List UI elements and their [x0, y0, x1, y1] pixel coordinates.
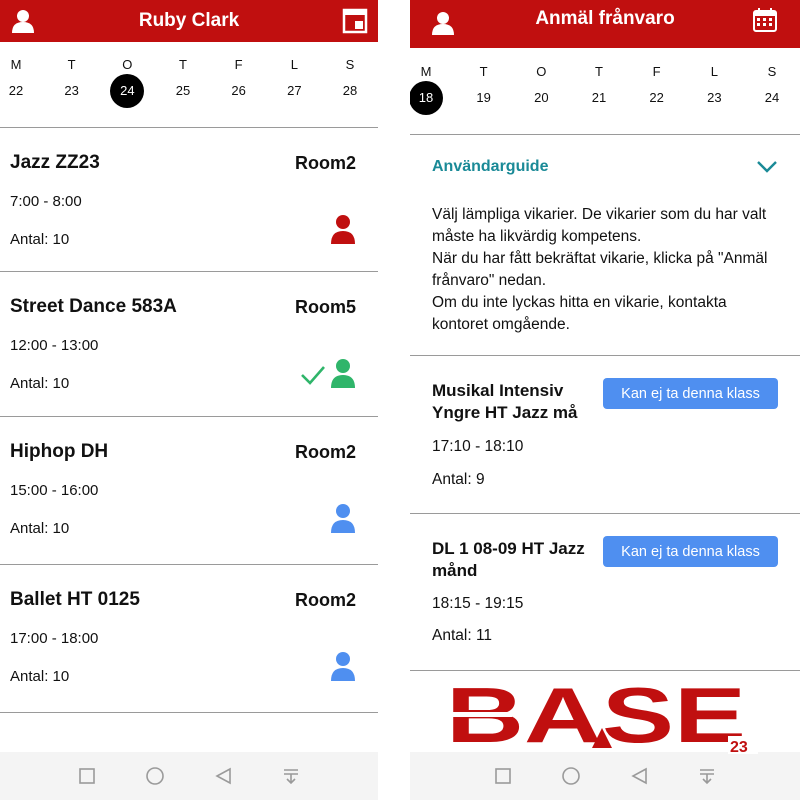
- selected-date[interactable]: 18: [410, 81, 443, 115]
- date-item[interactable]: 25: [176, 83, 190, 98]
- class-time: 12:00 - 13:00: [10, 337, 99, 354]
- weekday-label: M: [10, 57, 22, 72]
- class-name: Hiphop DH: [10, 441, 109, 462]
- class-time: 17:10 - 18:10: [432, 438, 524, 455]
- square-icon[interactable]: [492, 765, 514, 787]
- page-title: Ruby Clark: [138, 10, 240, 31]
- app-header: Anmäl frånvaro: [410, 0, 800, 48]
- date-item[interactable]: 22: [649, 90, 663, 105]
- user-guide-title[interactable]: Användarguide: [432, 158, 548, 176]
- class-card[interactable]: Street Dance 583A Room5 12:00 - 13:00 Antal…: [0, 272, 378, 417]
- weekday-label: T: [67, 57, 76, 72]
- date-item[interactable]: 22: [9, 83, 23, 98]
- weekday-label: O: [536, 64, 547, 79]
- guide-line: När du har fått bekräftat vikarie, klick…: [432, 250, 768, 289]
- date-item[interactable]: 26: [231, 83, 245, 98]
- class-room: Room2: [294, 590, 356, 610]
- weekday-label: S: [345, 57, 355, 72]
- class-time: 17:00 - 18:00: [10, 630, 99, 647]
- android-nav-bar: [0, 752, 378, 800]
- weekday-label: T: [179, 57, 187, 72]
- page-title: Anmäl frånvaro: [535, 8, 675, 29]
- class-time: 15:00 - 16:00: [10, 482, 99, 499]
- class-card[interactable]: Hiphop DH Room2 15:00 - 16:00 Antal: 10: [0, 417, 378, 565]
- class-time: 7:00 - 8:00: [10, 193, 82, 210]
- person-status-icon[interactable]: [330, 651, 356, 686]
- back-triangle-icon[interactable]: [212, 765, 234, 787]
- calendar-today-icon[interactable]: [340, 6, 370, 36]
- weekday-label: M: [420, 64, 432, 79]
- divider: [410, 134, 800, 135]
- date-item[interactable]: 23: [64, 83, 78, 98]
- cannot-take-class-button[interactable]: Kan ej ta denna klass: [603, 536, 778, 567]
- class-card[interactable]: Ballet HT 0125 Room2 17:00 - 18:00 Antal: 1…: [0, 565, 378, 713]
- calendar-icon[interactable]: [750, 5, 780, 35]
- selected-date[interactable]: 24: [110, 74, 145, 108]
- check-icon: [300, 364, 326, 391]
- date-item[interactable]: 23: [707, 90, 721, 105]
- class-count: Antal: 9: [432, 471, 485, 488]
- class-room: Room2: [294, 153, 356, 173]
- logo-number: 23: [730, 739, 748, 756]
- weekday-label: O: [122, 57, 133, 72]
- guide-line: Välj lämpliga vikarier. De vikarier som …: [432, 206, 767, 245]
- base23-logo: BASE 23: [442, 676, 758, 756]
- class-count: Antal: 10: [10, 668, 70, 685]
- class-room: Room5: [294, 297, 356, 317]
- class-name: DL 1 08-09 HT Jazz månd: [432, 539, 585, 580]
- weekday-row: MTOTFLS: [410, 64, 800, 90]
- date-item[interactable]: 27: [287, 83, 301, 98]
- class-name: Jazz ZZ23: [10, 152, 100, 173]
- weekday-label: F: [234, 57, 243, 72]
- date-item[interactable]: 20: [534, 90, 548, 105]
- weekday-label: L: [710, 64, 718, 79]
- screen-gap: [378, 0, 410, 800]
- person-status-icon[interactable]: [330, 358, 356, 393]
- user-guide-text: Välj lämpliga vikarier. De vikarier som …: [432, 204, 782, 336]
- download-icon[interactable]: [696, 765, 718, 787]
- date-row: 22 23 24 25 26 27 28: [0, 74, 378, 123]
- class-count: Antal: 11: [432, 627, 493, 644]
- class-room: Room2: [294, 442, 356, 462]
- date-item[interactable]: 19: [476, 90, 490, 105]
- class-time: 18:15 - 19:15: [432, 595, 524, 612]
- weekday-label: F: [652, 64, 661, 79]
- square-icon[interactable]: [76, 765, 98, 787]
- class-list: Jazz ZZ23 Room2 7:00 - 8:00 Antal: 10 Street…: [0, 128, 378, 713]
- weekday-label: S: [767, 64, 777, 79]
- circle-icon[interactable]: [560, 765, 582, 787]
- back-triangle-icon[interactable]: [628, 765, 650, 787]
- cannot-take-class-button[interactable]: Kan ej ta denna klass: [603, 378, 778, 409]
- date-item[interactable]: 21: [592, 90, 606, 105]
- person-status-icon[interactable]: [330, 214, 356, 249]
- date-row: 18 19 20 21 22 23 24: [410, 81, 800, 130]
- chevron-down-icon[interactable]: [756, 160, 778, 179]
- person-status-icon[interactable]: [330, 503, 356, 538]
- date-item[interactable]: 28: [343, 83, 357, 98]
- guide-line: Om du inte lyckas hitta en vikarie, kont…: [432, 294, 727, 333]
- date-item[interactable]: 24: [765, 90, 779, 105]
- app-header: Ruby Clark: [0, 0, 378, 42]
- class-card: Musikal Intensiv Yngre HT Jazz må Kan ej…: [410, 356, 800, 514]
- class-name: Musikal Intensiv Yngre HT Jazz må: [432, 381, 578, 422]
- android-nav-bar: [410, 752, 800, 800]
- left-screen: Ruby Clark M T O T F L S 22 23 24 25 26 27 28 Jazz Z…: [0, 0, 378, 800]
- weekday-label: T: [479, 64, 488, 79]
- class-count: Antal: 10: [10, 231, 70, 248]
- class-card: DL 1 08-09 HT Jazz månd Kan ej ta denna …: [410, 514, 800, 671]
- weekday-label: T: [595, 64, 603, 79]
- circle-icon[interactable]: [144, 765, 166, 787]
- weekday-row: MTOTFLS: [0, 57, 378, 83]
- right-screen: Anmäl frånvaro M T O T F L S 18 19 20 21 22 23 24 An…: [410, 0, 800, 800]
- class-name: Street Dance 583A: [10, 296, 177, 317]
- weekday-label: L: [290, 57, 298, 72]
- download-icon[interactable]: [280, 765, 302, 787]
- class-count: Antal: 10: [10, 375, 70, 392]
- class-card[interactable]: Jazz ZZ23 Room2 7:00 - 8:00 Antal: 10: [0, 128, 378, 272]
- class-name: Ballet HT 0125: [10, 589, 140, 610]
- class-count: Antal: 10: [10, 520, 70, 537]
